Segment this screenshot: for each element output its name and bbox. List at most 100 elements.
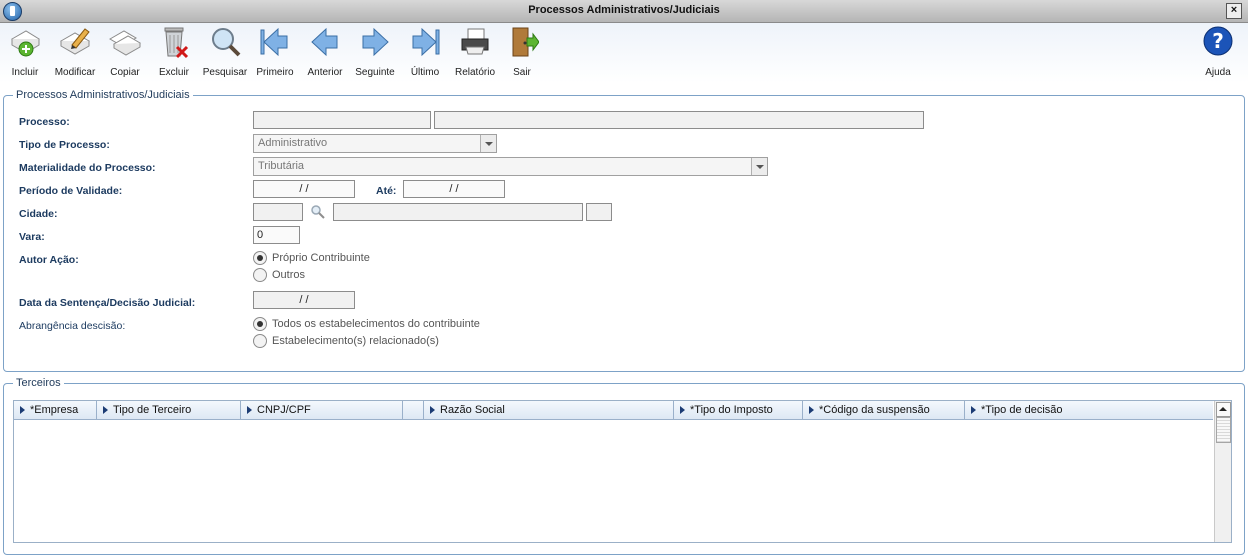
scope-related-radio[interactable]: Estabelecimento(s) relacionado(s) [253,334,439,348]
radio-unselected-icon [253,334,267,348]
report-label: Relatório [454,67,496,78]
edit-document-icon [58,25,92,59]
third-parties-grid: *Empresa Tipo de Terceiro CNPJ/CPF Razão… [13,400,1232,543]
column-header-tipo-decisao[interactable]: *Tipo de decisão [965,401,1213,419]
plaintiff-own-radio[interactable]: Próprio Contribuinte [253,251,370,265]
help-icon: ? [1201,25,1235,59]
process-number-input[interactable] [253,111,431,129]
last-arrow-icon [408,25,442,59]
caret-right-icon [430,406,435,415]
city-label: Cidade: [19,208,58,220]
column-header-empresa[interactable]: *Empresa [14,401,97,419]
validity-period-label: Período de Validade: [19,185,123,197]
chevron-down-icon[interactable] [751,158,767,175]
plaintiff-label: Autor Ação: [19,254,79,266]
city-code-input[interactable] [253,203,303,221]
trash-icon [157,25,191,59]
validity-end-field[interactable]: / / [403,180,505,198]
caret-right-icon [680,406,685,415]
column-header-tipo-imposto[interactable]: *Tipo do Imposto [674,401,803,419]
caret-right-icon [103,406,108,415]
caret-right-icon [971,406,976,415]
toolbar: Incluir Modificar Copiar Excluir Pesquis… [0,23,1248,83]
magnifier-icon [208,25,242,59]
column-header-codigo-suspensao[interactable]: *Código da suspensão [803,401,965,419]
materiality-select[interactable]: Tributária [253,157,768,176]
exit-label: Sair [513,67,531,78]
window-title: Processos Administrativos/Judiciais [528,4,720,16]
radio-selected-icon [253,251,267,265]
first-button[interactable]: Primeiro [251,25,299,78]
first-label: Primeiro [256,67,294,78]
modify-button[interactable]: Modificar [51,25,99,78]
include-button[interactable]: Incluir [1,25,49,78]
delete-label: Excluir [158,67,189,78]
sentence-date-label: Data da Sentença/Decisão Judicial: [19,297,196,309]
caret-right-icon [247,406,252,415]
previous-button[interactable]: Anterior [301,25,349,78]
city-uf-input[interactable] [586,203,612,221]
column-header-tipo-terceiro[interactable]: Tipo de Terceiro [97,401,241,419]
chevron-down-icon[interactable] [480,135,496,152]
add-document-icon [8,25,42,59]
exit-button[interactable]: Sair [498,25,546,78]
process-type-select[interactable]: Administrativo [253,134,497,153]
materiality-value: Tributária [258,160,305,172]
previous-arrow-icon [308,25,342,59]
first-arrow-icon [258,25,292,59]
last-label: Último [410,67,440,78]
process-legend: Processos Administrativos/Judiciais [13,89,193,101]
process-description-input[interactable] [434,111,924,129]
delete-button[interactable]: Excluir [150,25,198,78]
scroll-up-icon[interactable] [1216,402,1231,417]
scope-all-label: Todos os estabelecimentos do contribuint… [272,318,480,330]
process-fieldset [3,95,1245,372]
caret-right-icon [809,406,814,415]
column-header-razao-social[interactable]: Razão Social [424,401,674,419]
next-button[interactable]: Seguinte [351,25,399,78]
scroll-thumb[interactable] [1216,417,1231,443]
plaintiff-own-label: Próprio Contribuinte [272,252,370,264]
third-parties-legend: Terceiros [13,377,64,389]
court-label: Vara: [19,231,45,243]
last-button[interactable]: Último [401,25,449,78]
column-header-cnpj-cpf[interactable]: CNPJ/CPF [241,401,403,419]
process-label: Processo: [19,116,70,128]
scope-label: Abrangência descisão: [19,320,126,332]
radio-selected-icon [253,317,267,331]
close-button[interactable]: × [1226,3,1242,19]
search-button[interactable]: Pesquisar [201,25,249,78]
city-name-input[interactable] [333,203,583,221]
scope-all-radio[interactable]: Todos os estabelecimentos do contribuint… [253,317,480,331]
search-icon[interactable] [310,204,326,220]
plaintiff-others-label: Outros [272,269,306,281]
include-label: Incluir [11,67,39,78]
help-button[interactable]: ? Ajuda [1194,25,1242,78]
previous-label: Anterior [307,67,343,78]
help-label: Ajuda [1205,67,1231,78]
exit-door-icon [505,25,540,59]
until-label: Até: [376,185,397,197]
printer-icon [458,25,492,59]
next-label: Seguinte [355,67,395,78]
court-input[interactable]: 0 [253,226,300,244]
materiality-label: Materialidade do Processo: [19,162,156,174]
report-button[interactable]: Relatório [451,25,499,78]
sentence-date-field[interactable]: / / [253,291,355,309]
svg-text:?: ? [1212,29,1224,53]
column-header-blank[interactable] [403,401,424,419]
title-bar: Processos Administrativos/Judiciais × [0,0,1248,23]
plaintiff-others-radio[interactable]: Outros [253,268,305,282]
process-type-label: Tipo de Processo: [19,139,110,151]
process-type-value: Administrativo [258,137,328,149]
modify-label: Modificar [54,67,96,78]
grid-scrollbar[interactable] [1214,401,1231,542]
search-label: Pesquisar [202,67,248,78]
caret-right-icon [20,406,25,415]
radio-unselected-icon [253,268,267,282]
next-arrow-icon [358,25,392,59]
grid-header: *Empresa Tipo de Terceiro CNPJ/CPF Razão… [14,401,1213,420]
copy-label: Copiar [110,67,140,78]
copy-button[interactable]: Copiar [101,25,149,78]
validity-start-field[interactable]: / / [253,180,355,198]
